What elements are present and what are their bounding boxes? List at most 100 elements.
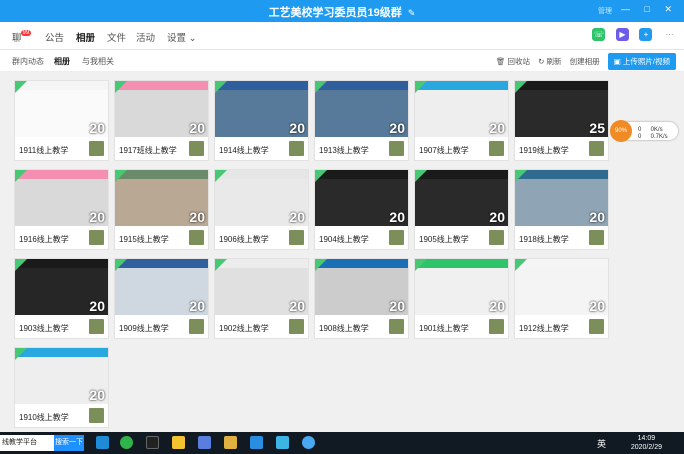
album-card[interactable]: 20 1917班线上教学 [114,80,209,161]
chat-icon[interactable] [302,436,315,449]
new-corner-tag [15,259,27,271]
speed-percent: 90% [610,120,632,142]
album-thumbnail: 20 [15,259,108,315]
album-thumbnail: 20 [215,81,308,137]
new-corner-tag [515,81,527,93]
album-card[interactable]: 20 1910线上教学 [14,347,109,428]
folder-icon[interactable] [172,436,185,449]
subtab-related[interactable]: 与我相关 [82,56,114,67]
album-card[interactable]: 25 1919线上教学 [514,80,609,161]
recycle-bin-button[interactable]: 🗑 回收站 [496,56,530,67]
album-card[interactable]: 20 1913线上教学 [314,80,409,161]
album-card[interactable]: 20 1903线上教学 [14,258,109,339]
tab-activities[interactable]: 活动 [136,30,155,44]
thumbnail-header [415,170,508,179]
album-card[interactable]: 20 1915线上教学 [114,169,209,250]
tab-files[interactable]: 文件 [107,30,126,44]
more-icon[interactable]: ⋯ [663,28,676,41]
album-thumbnail: 20 [315,81,408,137]
taskbar-search-button[interactable]: 搜索一下 [54,435,84,451]
unread-badge: 99 [20,30,32,36]
uploader-avatar [389,319,404,334]
album-card[interactable]: 20 1905线上教学 [414,169,509,250]
album-name: 1918线上教学 [519,235,569,244]
new-corner-tag [115,259,127,271]
browser-icon[interactable] [120,436,133,449]
refresh-button[interactable]: ↻ 刷新 [538,56,561,67]
tab-album[interactable]: 相册 [76,30,96,52]
video-icon[interactable]: ▶ [615,28,629,41]
album-card[interactable]: 20 1912线上教学 [514,258,609,339]
uploader-avatar [589,141,604,156]
network-speed-widget[interactable]: 90% 0 0K/s 0 0.7K/s [610,120,678,142]
new-corner-tag [15,170,27,182]
subtab-group-activity[interactable]: 群内动态 [12,56,44,67]
refresh-label: 刷新 [546,57,562,66]
clock[interactable]: 14:09 2020/2/29 [631,434,662,452]
album-card[interactable]: 20 1906线上教学 [214,169,309,250]
album-photo-count: 20 [589,298,605,314]
qq-icon[interactable] [146,436,159,449]
uploader-avatar [189,141,204,156]
tab-settings[interactable]: 设置 ⌄ [167,30,197,44]
edit-icon[interactable]: ✎ [408,8,416,18]
new-corner-tag [515,170,527,182]
thumbnail-header [415,259,508,268]
album-card[interactable]: 20 1907线上教学 [414,80,509,161]
new-corner-tag [15,81,27,93]
title-bar: 工艺美校学习委员员19级群 ✎ 管理 — □ ✕ [0,0,684,22]
album-name: 1913线上教学 [319,146,369,155]
subtab-albums[interactable]: 相册 [54,56,70,74]
album-card[interactable]: 20 1904线上教学 [314,169,409,250]
window-controls[interactable]: — □ ✕ [621,4,678,15]
clock-time: 14:09 [637,435,656,442]
album-card[interactable]: 20 1901线上教学 [414,258,509,339]
upload-button[interactable]: ▣ 上传照片/视频 [607,53,676,70]
taskbar-search-input[interactable]: 线教学平台 [0,435,54,451]
album-photo-count: 20 [289,120,305,136]
album-card[interactable]: 20 1909线上教学 [114,258,209,339]
add-app-icon[interactable]: + [639,28,653,41]
album-name: 1904线上教学 [319,235,369,244]
new-corner-tag [415,170,427,182]
new-corner-tag [315,170,327,182]
phone-icon[interactable]: ☏ [592,28,606,41]
album-card[interactable]: 20 1914线上教学 [214,80,309,161]
album-photo-count: 20 [489,120,505,136]
thumbnail-header [515,170,608,179]
tab-chat[interactable]: 聊99 [12,30,32,44]
create-album-button[interactable]: 创建相册 [570,56,600,67]
album-card[interactable]: 20 1908线上教学 [314,258,409,339]
album-name: 1912线上教学 [519,324,569,333]
edge-icon[interactable] [96,436,109,449]
album-photo-count: 20 [89,120,105,136]
album-thumbnail: 20 [215,170,308,226]
album-photo-count: 20 [289,209,305,225]
album-thumbnail: 25 [515,81,608,137]
album-photo-count: 25 [589,120,605,136]
album-card[interactable]: 20 1916线上教学 [14,169,109,250]
album-card[interactable]: 20 1911线上教学 [14,80,109,161]
explorer-icon[interactable] [224,436,237,449]
manage-label[interactable]: 管理 [598,6,612,16]
album-card[interactable]: 20 1902线上教学 [214,258,309,339]
upload-label: 上传照片/视频 [622,57,670,66]
album-thumbnail: 20 [415,81,508,137]
tab-announcement[interactable]: 公告 [45,30,64,44]
uploader-avatar [389,230,404,245]
ime-indicator[interactable]: 英 [597,437,606,450]
main-tabs: 聊99 公告 相册 文件 活动 设置 ⌄ ☏ ▶ + ⋯ [0,22,684,52]
album-thumbnail: 20 [115,259,208,315]
album-name: 1909线上教学 [119,324,169,333]
new-corner-tag [215,81,227,93]
album-card[interactable]: 20 1918线上教学 [514,169,609,250]
uploader-avatar [389,141,404,156]
store-icon[interactable] [250,436,263,449]
album-photo-count: 20 [189,120,205,136]
recycle-bin-label: 回收站 [507,57,531,66]
album-name: 1911线上教学 [19,146,69,155]
album-photo-count: 20 [389,209,405,225]
app-icon[interactable] [198,436,211,449]
mail-icon[interactable] [276,436,289,449]
album-photo-count: 20 [89,387,105,403]
